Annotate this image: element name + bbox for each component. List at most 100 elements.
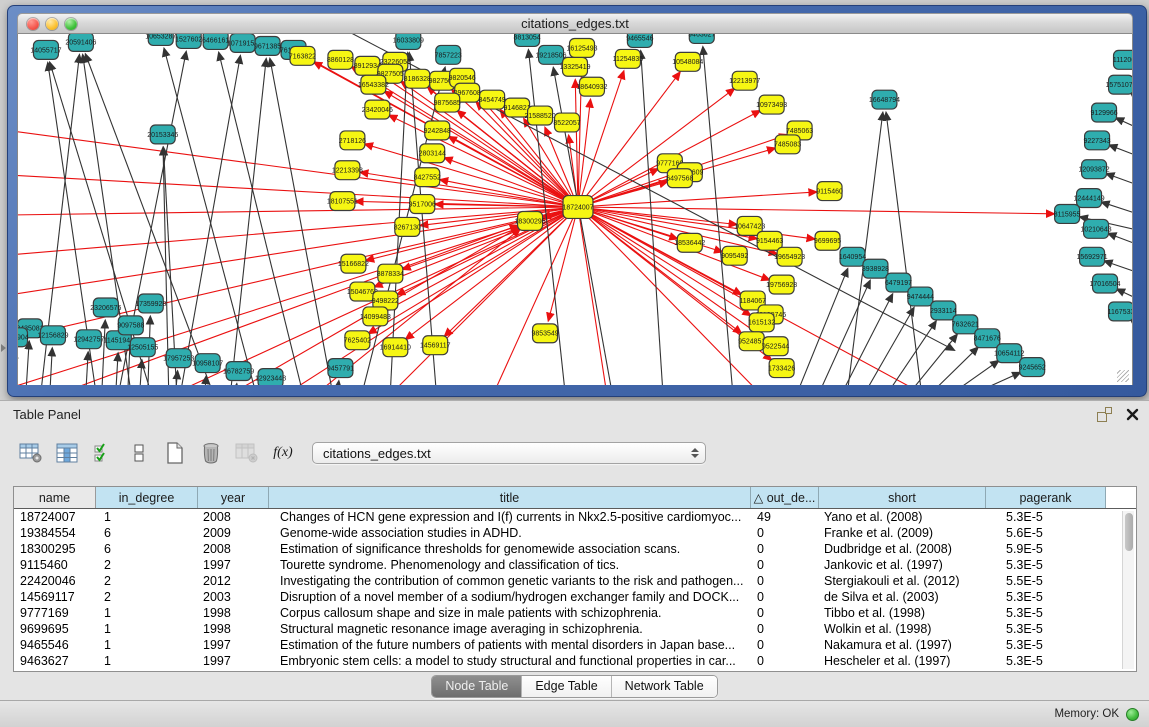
column-header-in_degree[interactable]: in_degree (96, 487, 198, 508)
network-edge[interactable] (337, 381, 338, 385)
network-node[interactable]: 8454749 (479, 90, 506, 109)
network-edge[interactable] (703, 47, 733, 385)
network-node[interactable]: 9115460 (816, 182, 843, 201)
table-row[interactable]: 946554611997Estimation of the future num… (14, 637, 1136, 653)
network-node[interactable]: 1733426 (768, 359, 795, 378)
network-edge[interactable] (219, 53, 303, 385)
network-edge[interactable] (1104, 261, 1132, 274)
network-edge[interactable] (270, 59, 333, 385)
network-node[interactable]: 12923448 (255, 369, 286, 385)
network-edge[interactable] (578, 207, 620, 385)
network-node[interactable]: 8938928 (862, 259, 889, 278)
network-node[interactable]: 12156829 (37, 326, 68, 345)
network-edge[interactable] (102, 320, 105, 385)
network-node[interactable]: 12213398 (332, 161, 363, 180)
network-edge[interactable] (798, 269, 848, 385)
tab-edge-table[interactable]: Edge Table (522, 676, 611, 697)
network-node[interactable]: 8471676 (974, 329, 1001, 348)
network-node[interactable]: 13325419 (559, 57, 590, 76)
table-row[interactable]: 2242004622012Investigating the contribut… (14, 573, 1136, 589)
table-row[interactable]: 1872400712008Changes of HCN gene express… (14, 509, 1136, 525)
network-node[interactable]: 19756928 (766, 275, 797, 294)
network-node[interactable]: 8267130 (394, 217, 421, 236)
network-node[interactable]: 15166822 (338, 254, 369, 273)
table-row[interactable]: 969969511998Structural magnetic resonanc… (14, 621, 1136, 637)
network-edge[interactable] (1108, 233, 1132, 245)
network-node[interactable]: 9671385 (254, 36, 281, 55)
table-row[interactable]: 911546021997Tourette syndrome. Phenomeno… (14, 557, 1136, 573)
network-node[interactable]: 7163822 (289, 46, 316, 65)
zoom-window-button[interactable] (65, 18, 77, 30)
network-node[interactable]: 16648794 (869, 90, 900, 109)
network-node[interactable]: 1527602 (175, 34, 202, 48)
network-edge[interactable] (1116, 118, 1132, 130)
network-edge[interactable] (888, 321, 936, 385)
network-edge[interactable] (26, 341, 29, 385)
network-node[interactable]: 9699695 (814, 231, 841, 250)
network-node[interactable]: 10973493 (756, 95, 787, 114)
network-edge[interactable] (1131, 320, 1132, 329)
network-node[interactable]: 1112069 (1113, 50, 1132, 69)
network-node[interactable]: 9463627 (688, 34, 715, 43)
table-vertical-scrollbar[interactable] (1122, 511, 1134, 669)
network-edge[interactable] (1106, 174, 1132, 187)
network-node[interactable]: 9154463 (756, 231, 783, 250)
network-node[interactable]: 1615132 (748, 313, 775, 332)
network-node[interactable]: 9474444 (907, 287, 934, 306)
network-edge[interactable] (932, 347, 978, 385)
network-node[interactable]: 14055717 (30, 40, 61, 59)
network-node[interactable]: 15692971 (1077, 247, 1108, 266)
table-settings-icon[interactable] (16, 438, 46, 468)
network-node[interactable]: 12213977 (729, 71, 760, 90)
network-node[interactable]: 9097588 (117, 316, 144, 335)
network-node[interactable]: 18536442 (674, 233, 705, 252)
network-node[interactable]: 9875685 (434, 93, 461, 112)
network-node[interactable]: 9517006 (409, 195, 436, 214)
network-node[interactable]: 8427552 (414, 168, 441, 187)
column-header-pagerank[interactable]: pagerank (986, 487, 1106, 508)
network-node[interactable]: 11254835 (613, 49, 644, 68)
split-view-icon[interactable] (124, 438, 154, 468)
close-panel-icon[interactable] (1126, 408, 1139, 421)
network-node[interactable]: 9522544 (762, 337, 789, 356)
network-node[interactable]: 3915904 (18, 328, 29, 347)
table-row[interactable]: 977716911998Corpus callosum shape and si… (14, 605, 1136, 621)
network-node[interactable]: 6479197 (885, 273, 912, 292)
network-edge[interactable] (820, 280, 871, 385)
network-node[interactable]: 20591406 (65, 34, 96, 51)
network-edge[interactable] (86, 352, 88, 385)
network-node[interactable]: 17016504 (1090, 274, 1121, 293)
network-node[interactable]: 16125493 (566, 38, 597, 57)
network-node[interactable]: 12444149 (1074, 189, 1105, 208)
select-rows-icon[interactable] (88, 438, 118, 468)
network-node[interactable]: 8878334 (377, 264, 404, 283)
network-node[interactable]: 1167533 (1108, 302, 1132, 321)
network-node[interactable]: 12505155 (127, 338, 158, 357)
column-header-year[interactable]: year (198, 487, 269, 508)
network-node[interactable]: 6466161 (202, 34, 229, 49)
network-node[interactable]: 8115955 (1054, 205, 1081, 224)
network-edge[interactable] (365, 144, 578, 207)
window-resize-grip[interactable] (1117, 370, 1129, 382)
table-row[interactable]: 946362711997Embryonic stem cells: a mode… (14, 653, 1136, 669)
network-node[interactable]: 17359928 (135, 294, 166, 313)
new-table-icon[interactable] (160, 438, 190, 468)
network-edge[interactable] (886, 112, 921, 385)
network-edge[interactable] (977, 372, 1020, 385)
network-node[interactable]: 9457791 (327, 359, 354, 378)
network-node[interactable]: 10958107 (192, 354, 223, 373)
network-edge[interactable] (116, 353, 118, 385)
network-edge[interactable] (1109, 145, 1132, 157)
network-node[interactable]: 8860128 (327, 50, 354, 69)
tab-node-table[interactable]: Node Table (432, 676, 522, 697)
table-row[interactable]: 1830029562008Estimation of significance … (14, 541, 1136, 557)
network-node[interactable]: 10653287 (145, 34, 176, 45)
tab-network-table[interactable]: Network Table (612, 676, 717, 697)
network-node[interactable]: 10548084 (672, 52, 703, 71)
column-header-out_degree[interactable]: △ out_de... (751, 487, 819, 508)
network-edge[interactable] (50, 348, 52, 385)
network-node[interactable]: 9227343 (1083, 131, 1110, 150)
network-node[interactable]: 2718126 (339, 131, 366, 150)
network-node[interactable]: 2803144 (419, 144, 446, 163)
network-node[interactable]: 8186328 (404, 69, 431, 88)
